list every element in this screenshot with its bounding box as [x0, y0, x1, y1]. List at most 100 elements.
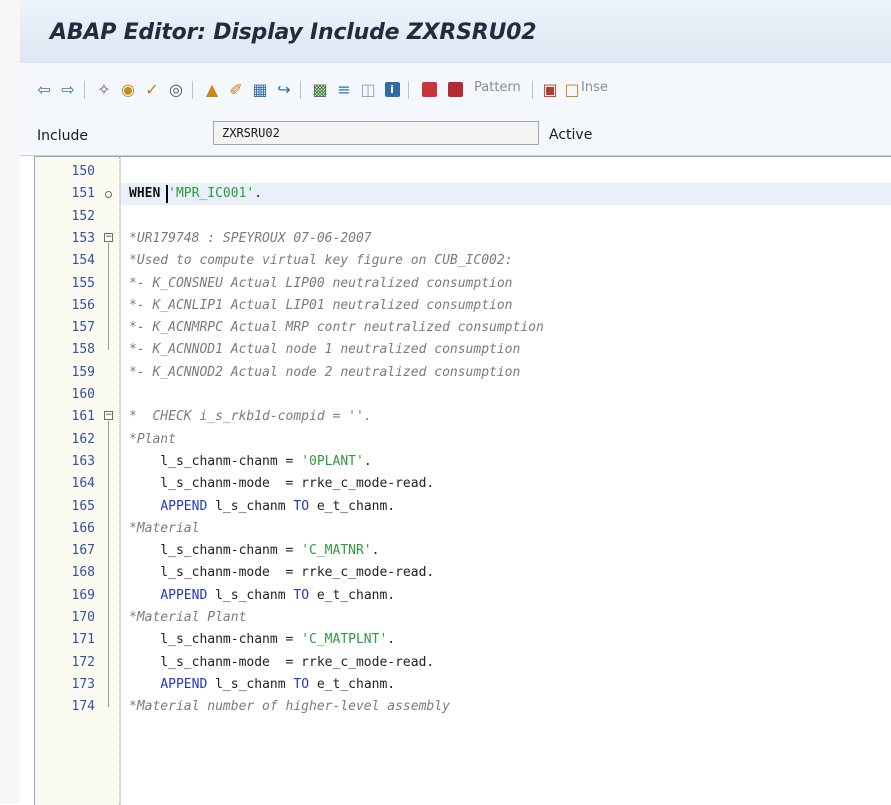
code-text: *- K_ACNNOD1 Actual node 1 neutralized c… — [129, 342, 521, 358]
code-line[interactable]: 150 — [35, 161, 891, 183]
code-line[interactable]: 166 *Material — [35, 518, 891, 540]
code-text: *- K_ACNNOD2 Actual node 2 neutralized c… — [129, 364, 521, 380]
fold-guide-line — [108, 242, 109, 351]
code-line[interactable]: 165 APPEND l_s_chanm TO e_t_chanm. — [35, 496, 891, 518]
include-name-field[interactable]: ZXRSRU02 — [213, 121, 539, 145]
code-text: *UR179748 : SPEYROUX 07-06-2007 — [129, 230, 372, 246]
code-line[interactable]: 160 — [35, 384, 891, 406]
info-icon[interactable]: i — [382, 79, 402, 99]
code-line[interactable]: 151 WHEN 'MPR_IC001'. — [35, 183, 891, 206]
back-arrow-icon[interactable]: ⇦ — [34, 79, 54, 99]
code-text: l_s_chanm-chanm = 'C_MATPLNT'. — [129, 632, 396, 648]
other-object-icon[interactable]: ◉ — [118, 79, 138, 99]
navigation-icon[interactable]: ↪ — [274, 79, 294, 99]
line-number: 151 — [71, 186, 95, 202]
line-number: 157 — [71, 320, 95, 336]
code-text: APPEND l_s_chanm TO e_t_chanm. — [160, 587, 396, 603]
code-text: l_s_chanm-mode = rrke_c_mode-read. — [129, 565, 435, 581]
toolbar-separator — [192, 81, 193, 99]
object-list-icon[interactable]: ▦ — [250, 79, 270, 99]
include-field-row: Include ZXRSRU02 Active — [20, 115, 891, 156]
code-text: *Material number of higher-level assembl… — [129, 699, 450, 715]
code-line[interactable]: 164 l_s_chanm-mode = rrke_c_mode-read. — [35, 473, 891, 495]
display-change-icon[interactable]: ✧ — [94, 79, 114, 99]
line-number: 169 — [71, 587, 95, 603]
code-text: WHEN 'MPR_IC001'. — [129, 186, 263, 202]
where-used-icon[interactable]: ▲ — [202, 79, 222, 99]
code-text: *- K_CONSNEU Actual LIP00 neutralized co… — [129, 275, 513, 291]
code-line[interactable]: 173 APPEND l_s_chanm TO e_t_chanm. — [35, 674, 891, 696]
toolbar-separator — [300, 81, 301, 99]
application-toolbar: ⇦ ⇨ ✧ ◉ ✓ ◎ ▲ ✐ ▦ ↪ ▩ ≡ ◫ i Pattern ▣ □ … — [20, 63, 891, 116]
collapse-block-icon[interactable]: − — [104, 232, 113, 242]
insert-button[interactable]: Inse — [581, 80, 608, 95]
include-status: Active — [549, 127, 593, 143]
line-number: 153 — [71, 230, 95, 246]
code-line[interactable]: 158 *- K_ACNNOD1 Actual node 1 neutralize… — [35, 339, 891, 361]
stop-breakpoint-icon[interactable] — [444, 79, 466, 99]
code-line[interactable]: 162 *Plant — [35, 429, 891, 451]
line-number: 170 — [71, 610, 95, 625]
line-number: 165 — [71, 498, 95, 514]
line-number: 155 — [71, 275, 95, 291]
code-text: l_s_chanm-mode = rrke_c_mode-read. — [129, 476, 435, 492]
line-number: 164 — [71, 476, 95, 492]
code-text: *Material — [129, 520, 200, 536]
insert-icon[interactable]: □ — [564, 79, 580, 99]
code-text: *- K_ACNLIP1 Actual LIP01 neutralized co… — [129, 297, 513, 313]
line-number: 159 — [71, 364, 95, 380]
code-editor[interactable]: 150 151 WHEN 'MPR_IC001'. 152−153 *UR179748 … — [34, 156, 891, 805]
window-title: ABAP Editor: Display Include ZXRSRU02 — [50, 20, 537, 45]
code-text: *Used to compute virtual key figure on C… — [129, 253, 513, 269]
pretty-printer-icon[interactable]: ≡ — [334, 79, 354, 99]
code-line[interactable]: 159 *- K_ACNNOD2 Actual node 2 neutralize… — [35, 362, 891, 384]
code-line[interactable]: 167 l_s_chanm-chanm = 'C_MATNR'. — [35, 540, 891, 562]
code-line[interactable]: 154 *Used to compute virtual key figure o… — [35, 250, 891, 272]
code-line[interactable]: 168 l_s_chanm-mode = rrke_c_mode-read. — [35, 562, 891, 584]
forward-arrow-icon[interactable]: ⇨ — [58, 79, 78, 99]
code-text: APPEND l_s_chanm TO e_t_chanm. — [160, 676, 396, 692]
code-line[interactable]: 163 l_s_chanm-chanm = '0PLANT'. — [35, 451, 891, 473]
code-text: *Plant — [129, 431, 176, 447]
code-line[interactable]: −153 *UR179748 : SPEYROUX 07-06-2007 — [35, 228, 891, 250]
edit-icon[interactable]: ✐ — [226, 79, 246, 99]
check-icon[interactable]: ◎ — [166, 79, 186, 99]
code-line[interactable]: 157 *- K_ACNMRPC Actual MRP contr neutral… — [35, 317, 891, 339]
code-line[interactable]: 155 *- K_CONSNEU Actual LIP00 neutralized… — [35, 273, 891, 295]
code-line[interactable]: −161 * CHECK i_s_rkb1d-compid = ''. — [35, 406, 891, 428]
code-line[interactable]: 152 — [35, 206, 891, 228]
include-label: Include — [37, 128, 88, 144]
line-number: 167 — [71, 543, 95, 559]
line-number: 162 — [71, 431, 95, 447]
hierarchy-icon[interactable]: ▩ — [310, 79, 330, 99]
set-breakpoint-icon[interactable] — [418, 79, 440, 99]
fold-guide-line — [108, 421, 109, 708]
code-line[interactable]: 174 *Material number of higher-level asse… — [35, 696, 891, 718]
code-text: l_s_chanm-chanm = 'C_MATNR'. — [129, 543, 380, 559]
activate-icon[interactable]: ✓ — [142, 79, 162, 99]
modularize-icon[interactable]: ▣ — [540, 79, 560, 99]
code-line[interactable]: 172 l_s_chanm-mode = rrke_c_mode-read. — [35, 652, 891, 674]
collapse-block-icon[interactable]: − — [104, 411, 113, 421]
line-number: 150 — [71, 164, 95, 179]
line-number: 172 — [71, 654, 95, 670]
line-number: 171 — [71, 632, 95, 648]
code-line[interactable]: 156 *- K_ACNLIP1 Actual LIP01 neutralized… — [35, 295, 891, 317]
toolbar-separator — [84, 81, 85, 99]
line-number: 160 — [71, 387, 95, 402]
line-number: 173 — [71, 676, 95, 692]
toolbar-separator — [408, 81, 409, 99]
code-line[interactable]: 169 APPEND l_s_chanm TO e_t_chanm. — [35, 585, 891, 607]
line-number: 174 — [71, 699, 95, 715]
split-screen-icon[interactable]: ◫ — [358, 79, 378, 99]
line-number: 156 — [71, 297, 95, 313]
line-number: 163 — [71, 453, 95, 469]
line-number: 166 — [71, 520, 95, 536]
code-line[interactable]: 170 *Material Plant — [35, 607, 891, 629]
line-number: 154 — [71, 253, 95, 269]
code-line[interactable]: 171 l_s_chanm-chanm = 'C_MATPLNT'. — [35, 629, 891, 651]
line-number: 158 — [71, 342, 95, 358]
left-frame-strip — [0, 0, 20, 804]
pattern-button[interactable]: Pattern — [474, 80, 521, 95]
line-number: 152 — [71, 208, 95, 224]
